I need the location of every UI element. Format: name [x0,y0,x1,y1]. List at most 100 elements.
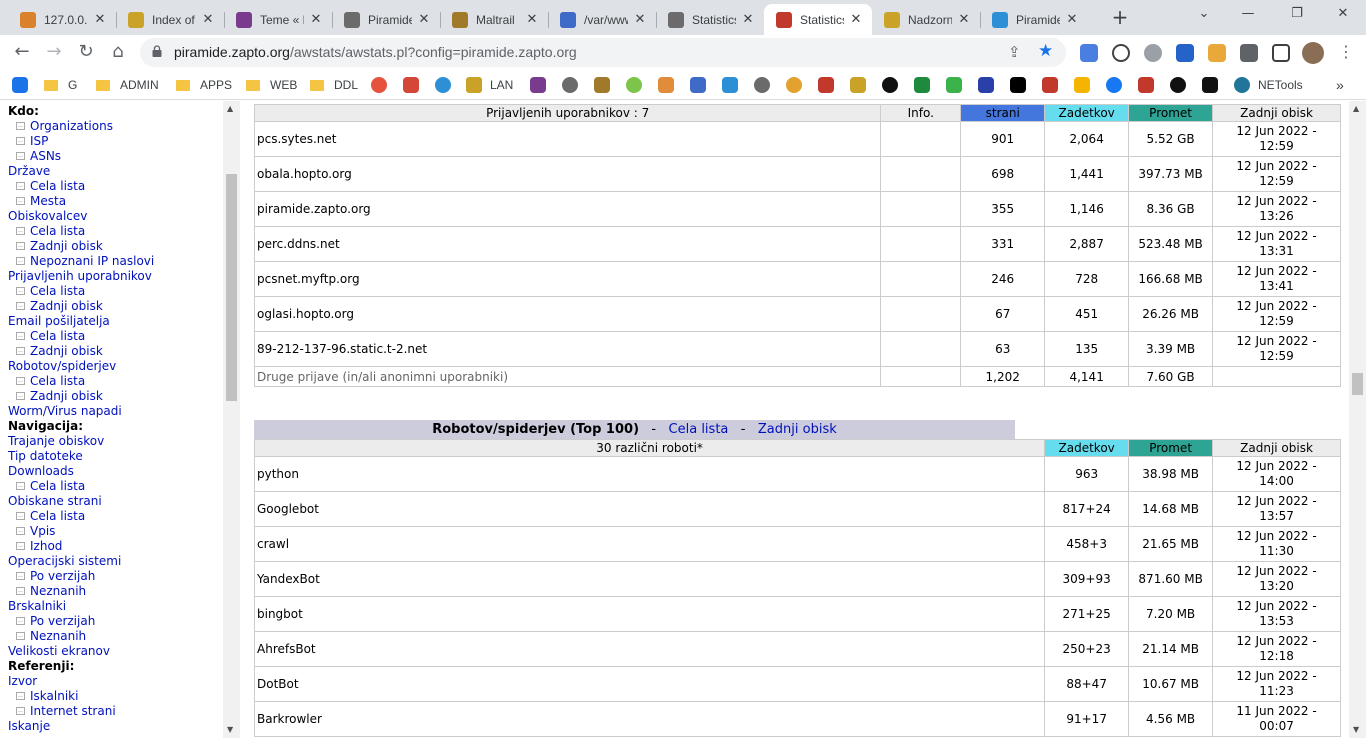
shield-bookmark-icon[interactable] [818,77,834,93]
browser-tab[interactable]: Index of / ✕ [116,4,224,35]
pma-bookmark-icon[interactable] [658,77,674,93]
site-bookmark-icon[interactable] [1170,77,1186,93]
site-bookmark-icon[interactable] [690,77,706,93]
menu-link[interactable]: Iskanje [8,719,222,734]
site-bookmark-icon[interactable] [914,77,930,93]
site-bookmark-icon[interactable] [882,77,898,93]
scrollbar-thumb[interactable] [1352,373,1363,395]
menu-link[interactable]: Organizations [8,119,222,134]
block-extension-icon[interactable] [1112,44,1130,62]
scroll-up-arrow-icon[interactable]: ▲ [1353,104,1359,113]
tab-search-icon[interactable]: ⌄ [1192,6,1216,21]
site-bookmark-icon[interactable] [1202,77,1218,93]
bookmark-lan[interactable]: LAN [466,76,513,94]
menu-link[interactable]: Cela lista [8,509,222,524]
menu-link[interactable]: ISP [8,134,222,149]
new-tab-button[interactable]: + [1108,5,1132,29]
site-bookmark-icon[interactable] [978,77,994,93]
site-bookmark-icon[interactable] [754,77,770,93]
tab-close-icon[interactable]: ✕ [632,12,648,27]
menu-link[interactable]: Cela lista [8,284,222,299]
site-bookmark-icon[interactable] [1138,77,1154,93]
robots-full-list-link[interactable]: Cela lista [669,422,729,437]
menu-link[interactable]: Cela lista [8,374,222,389]
tab-close-icon[interactable]: ✕ [92,12,108,27]
radio-bookmark-icon[interactable] [12,77,28,93]
menu-link[interactable]: Izhod [8,539,222,554]
globe-extension-icon[interactable] [1144,44,1162,62]
site-bookmark-icon[interactable] [946,77,962,93]
bookmark-folder-apps[interactable]: APPS [176,76,232,94]
menu-link[interactable]: Obiskane strani [8,494,222,509]
facebook-bookmark-icon[interactable] [1106,77,1122,93]
menu-link[interactable]: Cela lista [8,479,222,494]
scroll-down-arrow-icon[interactable]: ▼ [1353,725,1359,734]
browser-tab[interactable]: Piramide ✕ [332,4,440,35]
menu-link[interactable]: Prijavljenih uporabnikov [8,269,222,284]
menu-link[interactable]: Države [8,164,222,179]
menu-link[interactable]: Internet strani [8,704,222,719]
gmail-bookmark-icon[interactable] [403,77,419,93]
menu-link[interactable]: Email pošiljatelja [8,314,222,329]
reload-button[interactable]: ↻ [74,40,98,64]
menu-link[interactable]: Worm/Virus napadi [8,404,222,419]
menu-link[interactable]: ASNs [8,149,222,164]
menu-link[interactable]: Obiskovalcev [8,209,222,224]
menu-link[interactable]: Zadnji obisk [8,299,222,314]
menu-link[interactable]: Cela lista [8,224,222,239]
m-extension-icon[interactable] [1176,44,1194,62]
tab-close-icon[interactable]: ✕ [416,12,432,27]
bookmark-netools[interactable]: NETools [1234,76,1303,94]
restore-button[interactable]: ❐ [1285,6,1309,21]
python-extension-icon[interactable] [1208,44,1226,62]
scrollbar-thumb[interactable] [226,174,237,401]
menu-link[interactable]: Mesta [8,194,222,209]
browser-tab[interactable]: 127.0.0.1 ✕ [8,4,116,35]
menu-link[interactable]: Zadnji obisk [8,389,222,404]
site-bookmark-icon[interactable] [530,77,546,93]
menu-link[interactable]: Tip datoteke [8,449,222,464]
robots-last-visit-link[interactable]: Zadnji obisk [758,422,837,437]
tab-close-icon[interactable]: ✕ [740,12,756,27]
scroll-up-arrow-icon[interactable]: ▲ [227,104,233,113]
close-window-button[interactable]: ✕ [1331,6,1355,21]
profile-avatar[interactable] [1302,42,1324,64]
pyramid-bookmark-icon[interactable] [850,77,866,93]
extensions-puzzle-icon[interactable] [1240,44,1258,62]
browser-tab[interactable]: Maltrail ✕ [440,4,548,35]
cube-bookmark-icon[interactable] [722,77,738,93]
menu-link[interactable]: Izvor [8,674,222,689]
menu-link[interactable]: Po verzijah [8,614,222,629]
tab-close-icon[interactable]: ✕ [1064,12,1080,27]
bookmark-folder-admin[interactable]: ADMIN [96,76,159,94]
home-button[interactable]: ⌂ [106,40,130,64]
bookmark-folder-ddl[interactable]: DDL [310,76,358,94]
bookmark-folder-web[interactable]: WEB [246,76,297,94]
menu-link[interactable]: Neznanih [8,629,222,644]
site-bookmark-icon[interactable] [626,77,642,93]
bookmark-folder-g[interactable]: G [44,76,77,94]
address-bar[interactable]: piramide.zapto.org/awstats/awstats.pl?co… [140,38,1066,67]
forward-button[interactable]: → [42,40,66,64]
browser-tab[interactable]: Statistics ✕ [764,4,872,35]
menu-link[interactable]: Po verzijah [8,569,222,584]
back-button[interactable]: ← [10,40,34,64]
site-bookmark-icon[interactable] [562,77,578,93]
browser-tab[interactable]: Piramide ✕ [980,4,1088,35]
menu-link[interactable]: Neznanih [8,584,222,599]
maltrail-bookmark-icon[interactable] [594,77,610,93]
menu-link[interactable]: Operacijski sistemi [8,554,222,569]
tab-close-icon[interactable]: ✕ [524,12,540,27]
browser-tab[interactable]: Statistics ✕ [656,4,764,35]
menu-link[interactable]: Zadnji obisk [8,239,222,254]
browser-tab[interactable]: Teme « P ✕ [224,4,332,35]
side-panel-icon[interactable] [1272,44,1290,62]
bookmarks-overflow-button[interactable]: » [1336,76,1344,94]
menu-link[interactable]: Zadnji obisk [8,344,222,359]
browser-tab[interactable]: Nadzorni ✕ [872,4,980,35]
menu-kebab-icon[interactable]: ⋮ [1334,40,1358,64]
menu-link[interactable]: Trajanje obiskov [8,434,222,449]
menu-link[interactable]: Cela lista [8,329,222,344]
menu-link[interactable]: Nepoznani IP naslovi [8,254,222,269]
menu-link[interactable]: Brskalniki [8,599,222,614]
